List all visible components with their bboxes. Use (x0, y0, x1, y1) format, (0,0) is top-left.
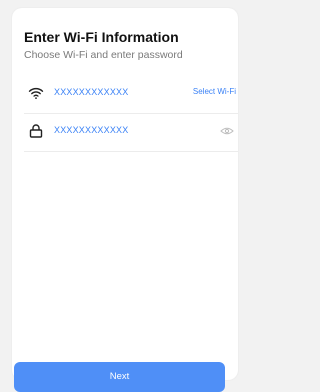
page-title: Enter Wi-Fi Information (24, 29, 179, 45)
page-subtitle: Choose Wi-Fi and enter password (24, 49, 183, 61)
divider (24, 151, 238, 152)
next-button[interactable]: Next (14, 362, 225, 392)
wifi-info-card: Enter Wi-Fi Information Choose Wi-Fi and… (12, 8, 238, 380)
password-row[interactable]: XXXXXXXXXXXX (24, 116, 238, 152)
select-wifi-link[interactable]: Select Wi-Fi (193, 87, 236, 96)
password-input[interactable]: XXXXXXXXXXXX (54, 125, 128, 135)
wifi-row[interactable]: XXXXXXXXXXXX Select Wi-Fi (24, 78, 238, 114)
divider (24, 113, 238, 114)
eye-icon[interactable] (220, 124, 234, 136)
wifi-ssid: XXXXXXXXXXXX (54, 87, 129, 97)
lock-icon (28, 123, 44, 139)
wifi-icon (28, 85, 44, 101)
